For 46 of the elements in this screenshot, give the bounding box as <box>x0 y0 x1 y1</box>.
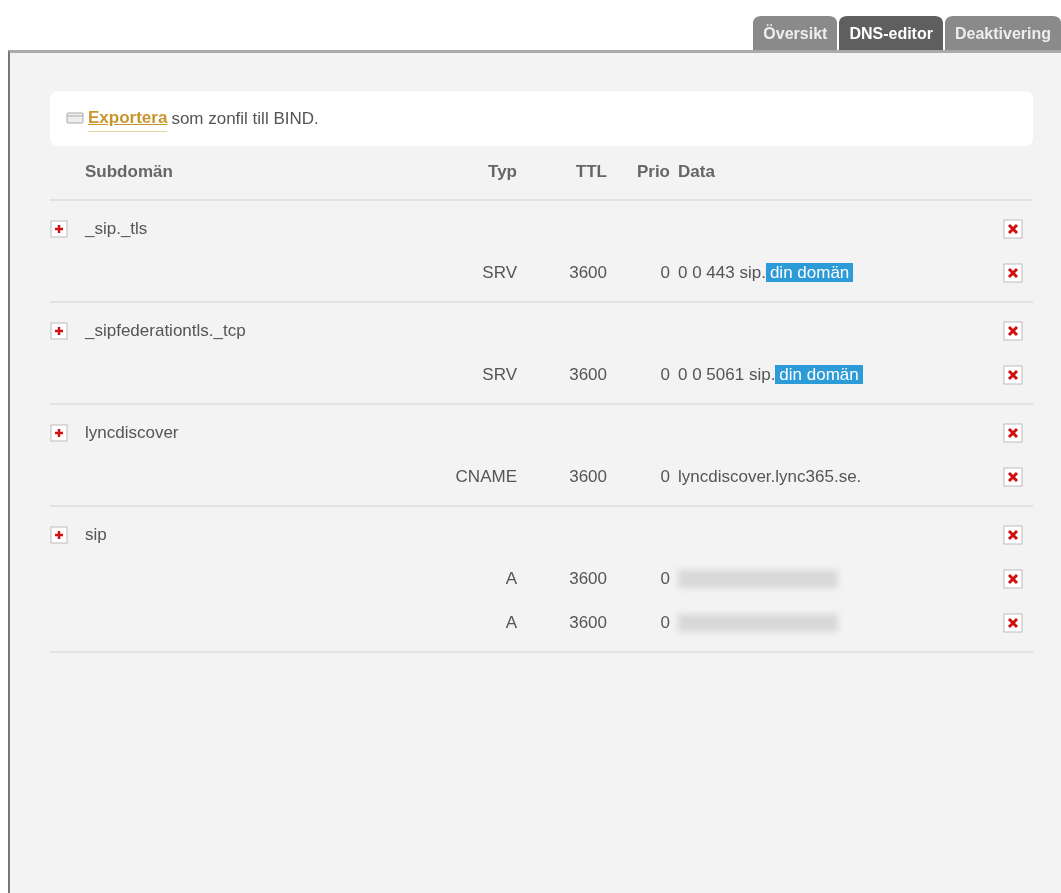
subdomain-name: lyncdiscover <box>85 421 180 444</box>
table-cell-text: A <box>504 611 518 634</box>
delete-icon[interactable] <box>1003 525 1023 546</box>
table-cell: 0 0 5061 sip. din domän <box>678 364 863 384</box>
delete-icon[interactable] <box>1003 569 1023 590</box>
export-link[interactable]: Exportera <box>88 105 168 132</box>
table-cell-text: 0 <box>659 363 671 386</box>
table-cell-text: 0 <box>659 465 671 488</box>
column-header: Prio <box>635 161 671 184</box>
tab[interactable]: Deaktivering <box>944 14 1061 50</box>
column-header: TTL <box>574 161 608 184</box>
table-cell: 0 0 443 sip. din domän <box>678 262 854 282</box>
delete-icon[interactable] <box>1003 423 1023 444</box>
column-header: Data <box>678 161 716 184</box>
folder-icon <box>66 112 84 125</box>
expand-icon[interactable] <box>50 322 68 341</box>
table-cell-text: 0 <box>659 611 671 634</box>
column-header: Subdomän <box>85 161 174 184</box>
table-cell-text: 3600 <box>568 261 608 284</box>
tab[interactable]: Översikt <box>753 14 838 50</box>
table-cell-text: 3600 <box>568 363 608 386</box>
subdomain-name: _sip._tls <box>85 217 149 240</box>
delete-icon[interactable] <box>1003 263 1023 284</box>
table-cell-text: 0 <box>659 567 671 590</box>
table-cell-text: 3600 <box>568 567 608 590</box>
table-cell-text: A <box>504 567 518 590</box>
delete-icon[interactable] <box>1003 365 1023 386</box>
subdomain-name: sip <box>85 523 108 546</box>
column-header: Typ <box>487 161 518 184</box>
table-cell-text: 3600 <box>568 465 608 488</box>
table-cell-text: CNAME <box>454 465 518 488</box>
table-cell-text: SRV <box>481 261 518 284</box>
table-cell-text: 0 <box>659 261 671 284</box>
delete-icon[interactable] <box>1003 219 1023 240</box>
expand-icon[interactable] <box>50 526 68 545</box>
delete-icon[interactable] <box>1003 321 1023 342</box>
export-text: som zonfil till BIND. <box>171 107 319 130</box>
delete-icon[interactable] <box>1003 613 1023 634</box>
table-cell-text: SRV <box>481 363 518 386</box>
expand-icon[interactable] <box>50 424 68 443</box>
expand-icon[interactable] <box>50 220 68 239</box>
delete-icon[interactable] <box>1003 467 1023 488</box>
subdomain-name: _sipfederationtls._tcp <box>85 319 247 342</box>
tab[interactable]: DNS-editor <box>839 14 943 50</box>
table-cell-text: 3600 <box>568 611 608 634</box>
table-cell: lyncdiscover.lync365.se. <box>678 466 862 486</box>
